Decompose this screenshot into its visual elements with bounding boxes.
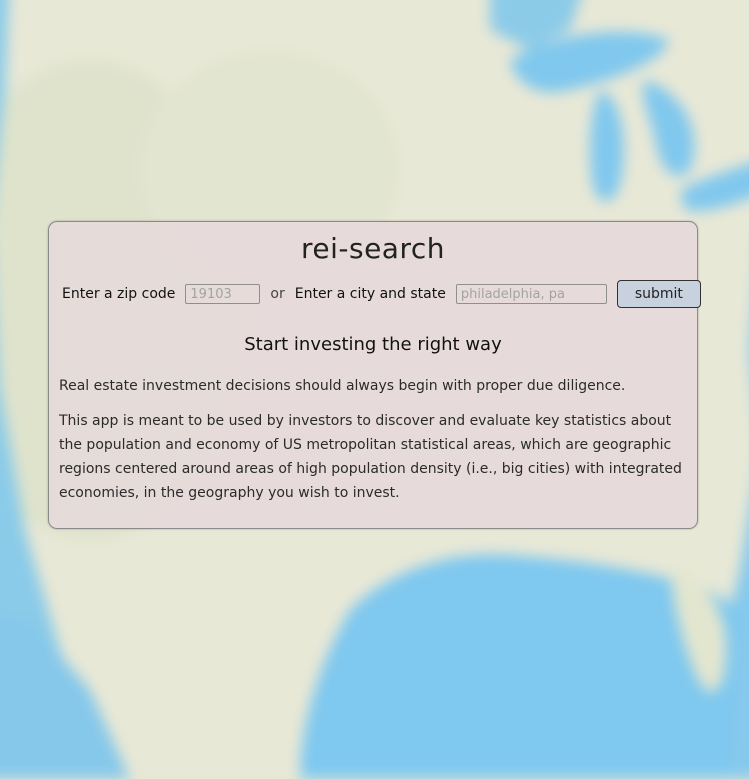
submit-button[interactable]: submit <box>616 280 701 308</box>
city-state-label: Enter a city and state <box>294 286 446 302</box>
intro-paragraph-2: This app is meant to be used by investor… <box>59 413 682 501</box>
search-card: rei-search Enter a zip code or Enter a c… <box>48 221 701 529</box>
intro-paragraph-1: Real estate investment decisions should … <box>59 378 626 394</box>
zip-code-input[interactable] <box>185 284 261 304</box>
or-label: or <box>270 286 285 302</box>
zip-code-label: Enter a zip code <box>62 286 176 302</box>
intro-heading: Start investing the right way <box>244 334 502 355</box>
city-state-input[interactable] <box>455 284 607 304</box>
search-form: Enter a zip code or Enter a city and sta… <box>62 280 701 308</box>
app-title: rei-search <box>300 232 445 265</box>
